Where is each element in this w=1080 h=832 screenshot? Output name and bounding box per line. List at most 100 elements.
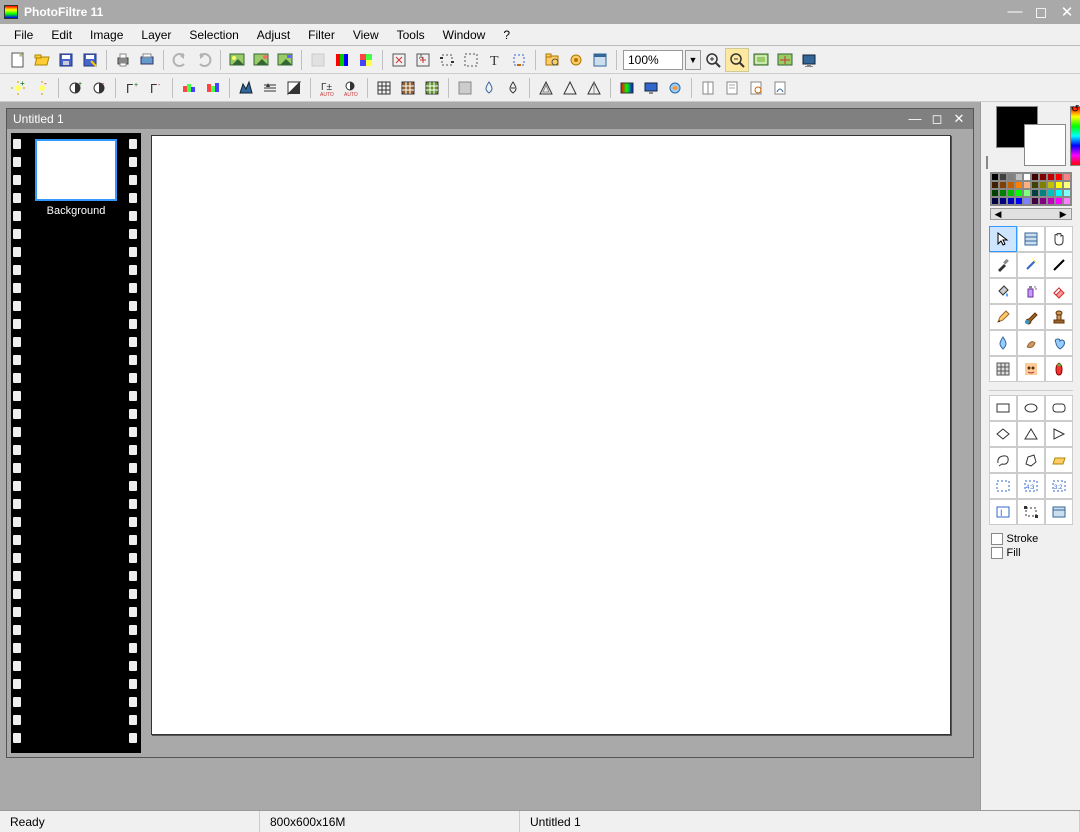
default-colors-icon[interactable] — [986, 157, 988, 168]
blur-icon[interactable] — [453, 76, 477, 100]
size-b-icon[interactable]: A — [411, 48, 435, 72]
palette-swatch[interactable] — [1055, 181, 1063, 189]
shape-open-icon[interactable] — [1045, 447, 1073, 473]
palette-swatch[interactable] — [1047, 197, 1055, 205]
canvas[interactable] — [151, 135, 951, 735]
tri-a-icon[interactable] — [558, 76, 582, 100]
grid-rgb-icon[interactable] — [354, 48, 378, 72]
scanner-icon[interactable] — [135, 48, 159, 72]
palette-swatch[interactable] — [1015, 173, 1023, 181]
zoom-in-icon[interactable] — [701, 48, 725, 72]
palette-swatch[interactable] — [1039, 197, 1047, 205]
hue-strip[interactable] — [1070, 106, 1080, 166]
palette-swatch[interactable] — [999, 181, 1007, 189]
palette-swatch[interactable] — [1007, 189, 1015, 197]
menu-layer[interactable]: Layer — [133, 26, 179, 44]
palette-swatch[interactable] — [991, 181, 999, 189]
levels-icon[interactable] — [258, 76, 282, 100]
auto-gamma-icon[interactable]: Γ±AUTO — [315, 76, 339, 100]
palette-swatch[interactable] — [1007, 173, 1015, 181]
fullscreen-icon[interactable] — [797, 48, 821, 72]
minimize-icon[interactable]: ― — [1006, 3, 1024, 21]
drop-blur-icon[interactable] — [477, 76, 501, 100]
doc-minimize-icon[interactable]: ― — [907, 111, 923, 127]
palette-swatch[interactable] — [1063, 173, 1071, 181]
document-titlebar[interactable]: Untitled 1 ― ◻ ✕ — [7, 109, 973, 129]
monitor-icon[interactable] — [639, 76, 663, 100]
gamma-up-icon[interactable]: Γ+ — [120, 76, 144, 100]
picker-tool-icon[interactable] — [989, 252, 1017, 278]
new-icon[interactable] — [6, 48, 30, 72]
marquee-icon[interactable] — [459, 48, 483, 72]
palette-swatch[interactable] — [1047, 173, 1055, 181]
palette-swatch[interactable] — [1063, 197, 1071, 205]
menu-edit[interactable]: Edit — [43, 26, 80, 44]
sel-table-icon[interactable] — [1045, 499, 1073, 525]
palette-swatch[interactable] — [999, 173, 1007, 181]
menu-filter[interactable]: Filter — [300, 26, 343, 44]
pencil-tool-icon[interactable] — [989, 304, 1017, 330]
effect-icon[interactable] — [663, 76, 687, 100]
shape-triangle-r-icon[interactable] — [1045, 421, 1073, 447]
doc-maximize-icon[interactable]: ◻ — [929, 111, 945, 127]
stroke-checkbox[interactable] — [991, 533, 1003, 545]
option-stroke[interactable]: Stroke — [991, 533, 1071, 545]
zoom-dropdown-icon[interactable]: ▼ — [685, 50, 701, 70]
wand-tool-icon[interactable] — [1017, 252, 1045, 278]
sharpen-icon[interactable] — [534, 76, 558, 100]
print-icon[interactable] — [111, 48, 135, 72]
palette-swatch[interactable] — [1047, 189, 1055, 197]
page-b-icon[interactable] — [720, 76, 744, 100]
hand-tool-icon[interactable] — [1045, 226, 1073, 252]
palette-swatch[interactable] — [991, 189, 999, 197]
explorer-icon[interactable] — [540, 48, 564, 72]
auto-contrast-icon[interactable]: AUTO — [339, 76, 363, 100]
hue-a-icon[interactable] — [177, 76, 201, 100]
option-fill[interactable]: Fill — [991, 547, 1071, 559]
page-c-icon[interactable] — [744, 76, 768, 100]
palette-swatch[interactable] — [1023, 173, 1031, 181]
palette-swatch[interactable] — [1039, 173, 1047, 181]
grid-select-tool-icon[interactable] — [1017, 226, 1045, 252]
color-palette[interactable] — [990, 172, 1072, 206]
menu-window[interactable]: Window — [435, 26, 494, 44]
sel-text-icon[interactable]: I — [989, 499, 1017, 525]
tri-b-icon[interactable] — [582, 76, 606, 100]
redeye-tool-icon[interactable] — [1017, 356, 1045, 382]
contrast-down-icon[interactable]: - — [87, 76, 111, 100]
palette-swatch[interactable] — [991, 197, 999, 205]
spray-tool-icon[interactable] — [1017, 278, 1045, 304]
save-icon[interactable] — [54, 48, 78, 72]
shape-diamond-icon[interactable] — [989, 421, 1017, 447]
contrast-up-icon[interactable]: + — [63, 76, 87, 100]
line-tool-icon[interactable] — [1045, 252, 1073, 278]
pointer-tool-icon[interactable] — [989, 226, 1017, 252]
deform-tool-icon[interactable] — [989, 356, 1017, 382]
page-a-icon[interactable] — [696, 76, 720, 100]
palette-swatch[interactable] — [1015, 181, 1023, 189]
brightness-down-icon[interactable]: - — [30, 76, 54, 100]
palette-swatch[interactable] — [1023, 197, 1031, 205]
grid3-b-icon[interactable] — [396, 76, 420, 100]
palette-swatch[interactable] — [1039, 181, 1047, 189]
menu-image[interactable]: Image — [82, 26, 131, 44]
menu-help[interactable]: ? — [495, 26, 518, 44]
size-a-icon[interactable] — [387, 48, 411, 72]
palette-swatch[interactable] — [1055, 189, 1063, 197]
palette-swatch[interactable] — [1039, 189, 1047, 197]
image-mode-b-icon[interactable] — [249, 48, 273, 72]
palette-next-icon[interactable]: ▶ — [1060, 209, 1067, 220]
menu-selection[interactable]: Selection — [181, 26, 246, 44]
menu-tools[interactable]: Tools — [389, 26, 433, 44]
palette-swatch[interactable] — [1023, 189, 1031, 197]
open-icon[interactable] — [30, 48, 54, 72]
color-fgbg[interactable]: ↺ — [996, 106, 1066, 166]
palette-swatch[interactable] — [1047, 181, 1055, 189]
hue-b-icon[interactable] — [201, 76, 225, 100]
palette-swatch[interactable] — [1007, 197, 1015, 205]
menu-adjust[interactable]: Adjust — [249, 26, 298, 44]
grayscale-icon[interactable] — [282, 76, 306, 100]
palette-swatch[interactable] — [1055, 173, 1063, 181]
art-tool-icon[interactable] — [1045, 356, 1073, 382]
window-layout-icon[interactable] — [588, 48, 612, 72]
